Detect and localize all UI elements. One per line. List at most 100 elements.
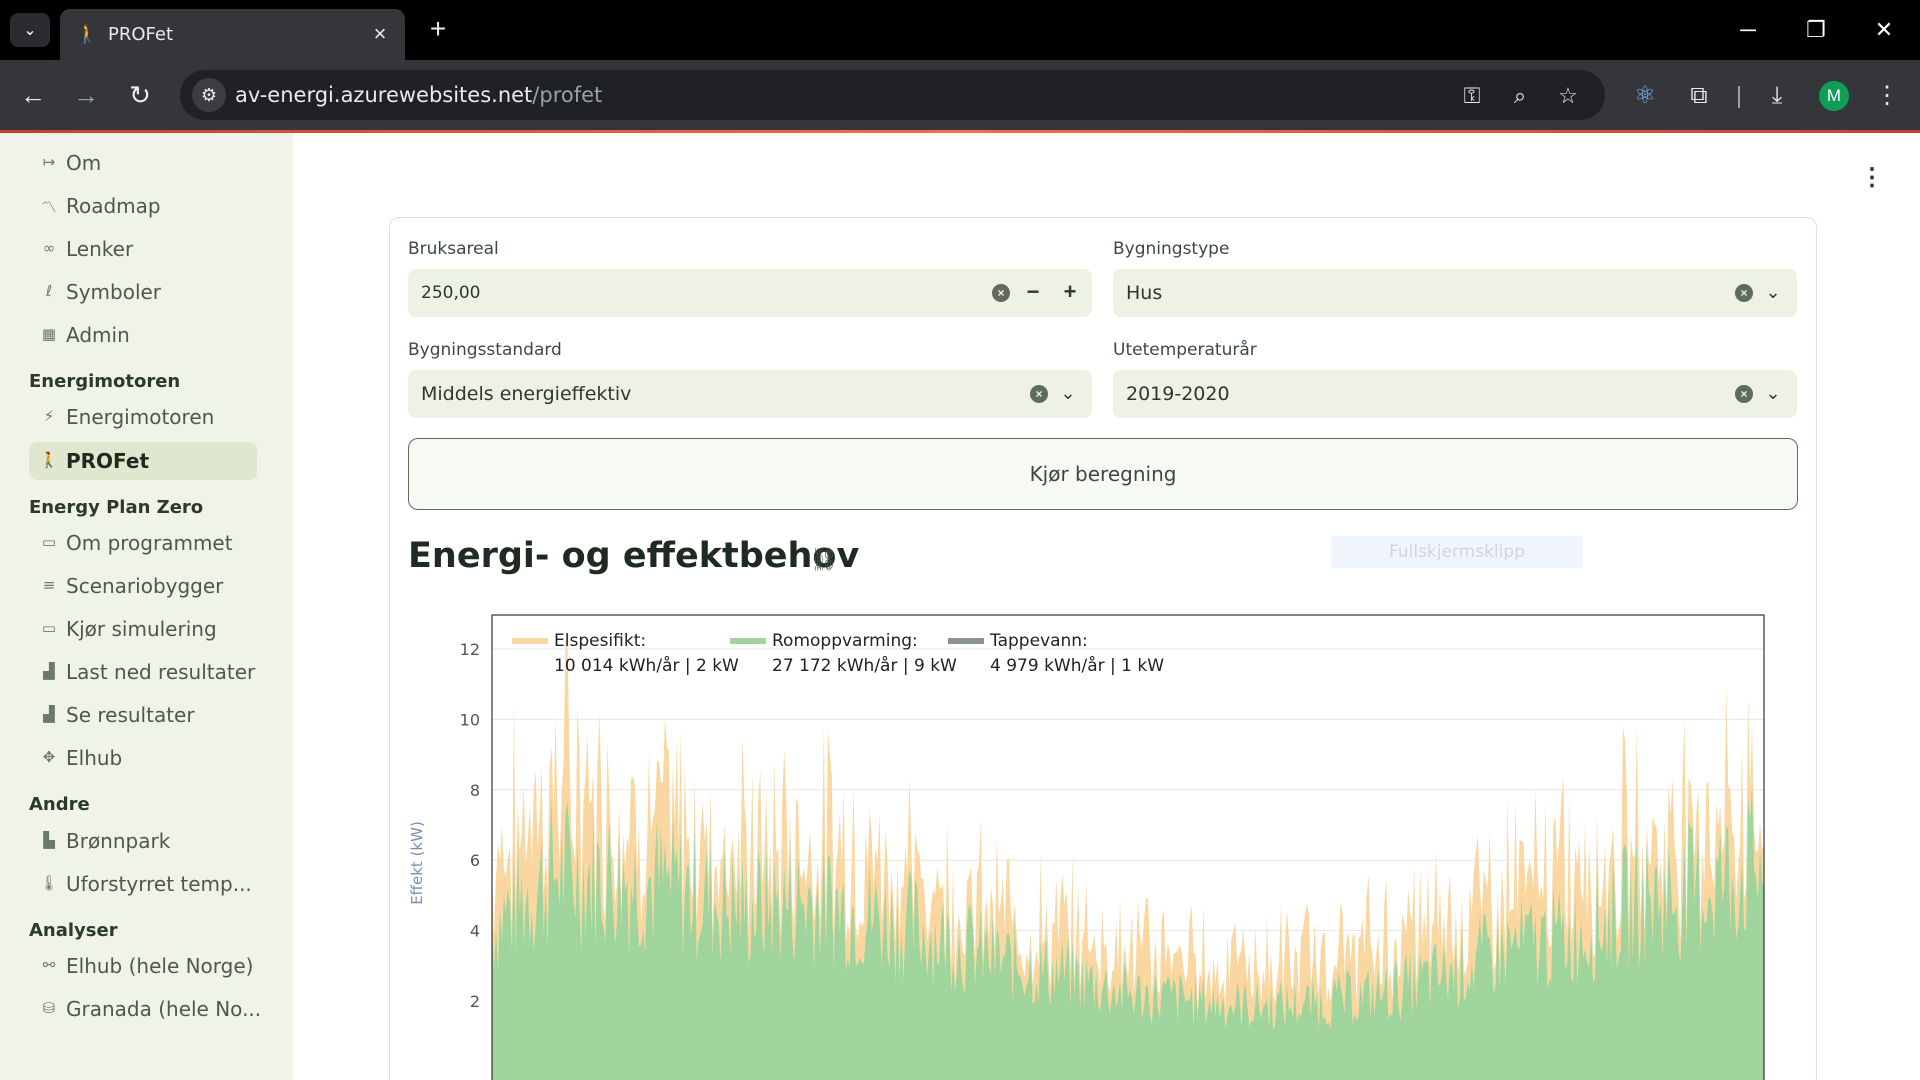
minimize-icon[interactable]: ─: [1725, 12, 1771, 48]
close-tab-icon[interactable]: ×: [367, 21, 393, 47]
sidebar-item-last-ned-resultater[interactable]: ▟ Last ned resultater: [29, 653, 257, 691]
screen-snip-overlay: Fullskjermsklipp: [1331, 536, 1583, 568]
engine-icon: ⚡: [43, 407, 55, 425]
utetemperaturar-value: 2019-2020: [1126, 383, 1230, 405]
bruksareal-number-input[interactable]: 250,00 × − +: [408, 269, 1092, 317]
clear-icon[interactable]: ×: [1030, 385, 1048, 403]
sidebar-item-se-resultater[interactable]: ▟ Se resultater: [29, 696, 257, 734]
forward-icon[interactable]: →: [68, 77, 104, 113]
increment-button[interactable]: +: [1059, 280, 1081, 304]
sidebar-item-roadmap[interactable]: 〽 Roadmap: [29, 187, 257, 225]
url-text[interactable]: av-energi.azurewebsites.net/profet: [235, 83, 602, 107]
password-key-icon[interactable]: ⚿: [1458, 82, 1486, 110]
person-walking-icon: 🚶: [39, 451, 59, 469]
legend-swatch[interactable]: [730, 638, 766, 644]
legend-series-name[interactable]: Romoppvarming:: [772, 631, 918, 651]
sidebar-heading-andre: Andre: [29, 794, 90, 815]
energy-power-chart: 2 4 6 8 10 12 Effekt (kW) Elspesifikt: 10 014 kW…: [408, 614, 1765, 1080]
legend-series-summary: 10 014 kWh/år | 2 kW: [554, 655, 739, 676]
site-info-icon[interactable]: ⚙: [192, 78, 226, 112]
restore-icon[interactable]: ❐: [1793, 12, 1839, 48]
page-content: ↦ Om 〽 Roadmap ∞ Lenker ℓ Symboler ▦ Admin En…: [0, 133, 1920, 1080]
sidebar-item-om[interactable]: ↦ Om: [29, 144, 257, 182]
tab-title: PROFet: [108, 24, 174, 45]
sidebar-item-energimotoren[interactable]: ⚡ Energimotoren: [29, 398, 257, 436]
bruksareal-label: Bruksareal: [408, 239, 499, 259]
section-title: Energi- og effektbehov: [408, 536, 860, 576]
chevron-down-icon[interactable]: ⌄: [1763, 382, 1783, 404]
extensions-puzzle-icon[interactable]: ⧉: [1682, 79, 1716, 113]
sidebar-heading-energy-plan-zero: Energy Plan Zero: [29, 497, 204, 518]
bruksareal-value[interactable]: 250,00: [421, 283, 480, 303]
utetemperaturar-select[interactable]: 2019-2020 × ⌄: [1113, 370, 1797, 418]
sidebar-item-kjor-simulering[interactable]: ▭ Kjør simulering: [29, 610, 257, 648]
y-tick-label: 2: [470, 992, 480, 1011]
sidebar-item-symboler[interactable]: ℓ Symboler: [29, 273, 257, 311]
sidebar-item-granada[interactable]: ⛁ Granada (hele No...: [29, 990, 261, 1028]
legend-swatch[interactable]: [948, 638, 984, 644]
sidebar: ↦ Om 〽 Roadmap ∞ Lenker ℓ Symboler ▦ Admin En…: [0, 133, 293, 1080]
sidebar-item-bronnpark[interactable]: ▙ Brønnpark: [29, 822, 257, 860]
factory-icon: ▙: [43, 831, 55, 849]
sidebar-item-scenariobygger[interactable]: ≡ Scenariobygger: [29, 567, 257, 605]
window-close-icon[interactable]: ✕: [1861, 12, 1907, 48]
sidebar-item-elhub-hele-norge[interactable]: ⚯ Elhub (hele Norge): [29, 947, 257, 985]
sidebar-item-admin[interactable]: ▦ Admin: [29, 316, 257, 354]
y-tick-label: 4: [470, 922, 480, 941]
chart-area-icon: ▟: [43, 705, 55, 723]
builder-icon: ≡: [42, 576, 56, 594]
back-icon[interactable]: ←: [15, 77, 51, 113]
chevron-down-icon[interactable]: ⌄: [1763, 281, 1783, 303]
decrement-button[interactable]: −: [1022, 280, 1044, 304]
clear-icon[interactable]: ×: [1735, 385, 1753, 403]
sidebar-item-lenker[interactable]: ∞ Lenker: [29, 230, 257, 268]
y-tick-label: 12: [460, 640, 480, 659]
utetemperaturar-label: Utetemperaturår: [1113, 340, 1257, 360]
new-tab-button[interactable]: +: [422, 14, 454, 46]
browser-tab[interactable]: 🚶 PROFet ×: [60, 9, 405, 60]
tab-search-chevron-icon[interactable]: ⌄: [10, 13, 50, 47]
browser-menu-icon[interactable]: ⋮: [1870, 79, 1904, 113]
zoom-icon[interactable]: ⌕: [1506, 82, 1534, 110]
chart-line-icon: 〽: [41, 198, 57, 216]
legend-series-name[interactable]: Tappevann:: [989, 631, 1088, 651]
bygningstype-label: Bygningstype: [1113, 239, 1230, 259]
sidebar-item-elhub[interactable]: ✥ Elhub: [29, 739, 257, 777]
arrow-right-icon: ↦: [42, 153, 56, 171]
address-bar[interactable]: ⚙ av-energi.azurewebsites.net/profet ⚿ ⌕…: [180, 70, 1605, 120]
bygningsstandard-value: Middels energieffektiv: [421, 383, 632, 405]
bygningstype-select[interactable]: Hus × ⌄: [1113, 269, 1797, 317]
bygningsstandard-label: Bygningsstandard: [408, 340, 562, 360]
browser-toolbar: ← → ↻ ⚙ av-energi.azurewebsites.net/prof…: [0, 60, 1920, 130]
legend-series-name[interactable]: Elspesifikt:: [554, 631, 646, 651]
reload-icon[interactable]: ↻: [122, 77, 158, 113]
react-devtools-icon[interactable]: ⚛: [1628, 79, 1662, 113]
anchor-link-icon[interactable]: ⛓: [810, 547, 838, 573]
y-tick-label: 8: [470, 781, 480, 800]
legend-swatch[interactable]: [512, 638, 548, 644]
y-axis-label: Effekt (kW): [408, 821, 426, 905]
y-tick-label: 10: [460, 710, 480, 729]
bygningsstandard-select[interactable]: Middels energieffektiv × ⌄: [408, 370, 1092, 418]
thermometer-icon: 🌡: [39, 874, 59, 892]
bygningstype-value: Hus: [1126, 282, 1163, 304]
clear-icon[interactable]: ×: [1735, 284, 1753, 302]
bookmark-star-icon[interactable]: ☆: [1554, 82, 1582, 110]
window-icon: ▭: [41, 533, 57, 551]
download-icon[interactable]: ⤓: [1760, 79, 1794, 113]
app-menu-kebab-icon[interactable]: ⋮: [1860, 163, 1884, 193]
sidebar-item-om-programmet[interactable]: ▭ Om programmet: [29, 524, 257, 562]
chevron-down-icon[interactable]: ⌄: [1058, 382, 1078, 404]
sidebar-item-uforstyrret-temp[interactable]: 🌡 Uforstyrret temp...: [29, 865, 257, 903]
analysis-icon: ⚯: [42, 956, 56, 974]
sidebar-heading-energimotoren: Energimotoren: [29, 371, 181, 392]
profile-avatar[interactable]: M: [1819, 81, 1849, 111]
link-icon: ∞: [42, 239, 56, 257]
legend-series-summary: 27 172 kWh/år | 9 kW: [772, 655, 957, 676]
y-tick-label: 6: [470, 851, 480, 870]
clear-icon[interactable]: ×: [992, 284, 1010, 302]
laptop-icon: ▭: [41, 619, 57, 637]
kjor-beregning-button[interactable]: Kjør beregning: [408, 438, 1798, 510]
sidebar-heading-analyser: Analyser: [29, 920, 118, 941]
sidebar-item-profet[interactable]: 🚶 PROFet: [29, 442, 257, 480]
